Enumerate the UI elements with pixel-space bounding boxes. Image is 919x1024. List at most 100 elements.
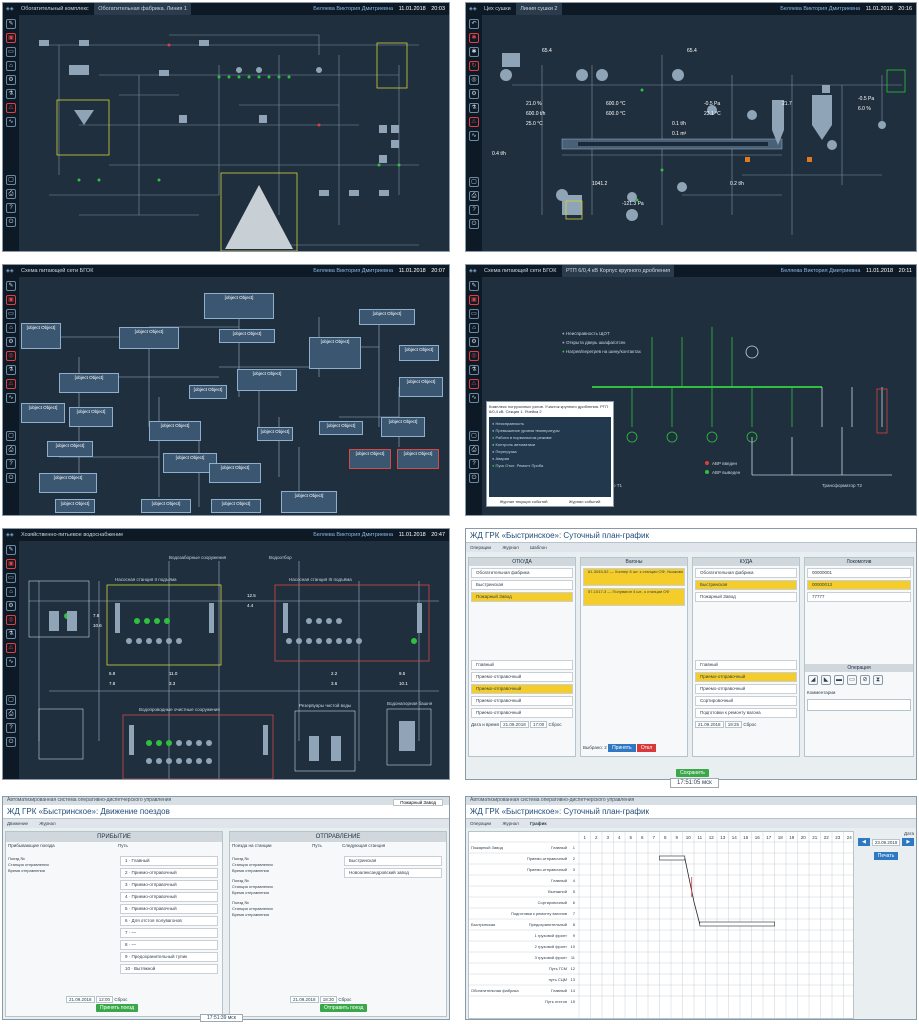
tab-journal[interactable]: Журнал bbox=[502, 545, 518, 550]
network-block[interactable]: [object Object] bbox=[359, 309, 415, 325]
network-block[interactable]: [object Object] bbox=[381, 417, 425, 437]
network-block[interactable]: [object Object] bbox=[189, 385, 227, 399]
warning-icon[interactable]: ⚠ bbox=[6, 379, 16, 389]
network-block[interactable]: [object Object] bbox=[237, 369, 297, 391]
question-icon[interactable]: ? bbox=[6, 203, 16, 213]
track-from[interactable]: Приемо-отправочный bbox=[471, 708, 573, 718]
network-block-alarm[interactable]: [object Object] bbox=[349, 449, 391, 469]
network-icon[interactable]: ⚙ bbox=[469, 337, 479, 347]
monitor-icon[interactable]: ▢ bbox=[6, 695, 16, 705]
train-card[interactable]: Поезд № Станция отправления Время отправле… bbox=[232, 856, 336, 874]
track-row[interactable]: 1 · Главный bbox=[120, 856, 218, 866]
tab-journal[interactable]: Журнал bbox=[39, 821, 55, 826]
network-block[interactable]: [object Object] bbox=[47, 441, 93, 457]
power-icon[interactable]: ⏻ bbox=[469, 219, 479, 229]
dryer-alert-icon[interactable]: ◎ bbox=[6, 615, 16, 625]
track-row[interactable]: 9 · Предохранительный тупик bbox=[120, 952, 218, 962]
track-from[interactable]: Главный bbox=[471, 660, 573, 670]
save-button[interactable]: Сохранить bbox=[676, 769, 709, 777]
current-events-button[interactable]: Журнал текущих событий bbox=[500, 499, 548, 504]
network-block[interactable]: [object Object] bbox=[209, 463, 261, 483]
track-to[interactable]: Сортировочный bbox=[695, 696, 797, 706]
network-block[interactable]: [object Object] bbox=[257, 427, 293, 441]
next-date-button[interactable]: ▶ bbox=[902, 838, 915, 846]
monitor-icon[interactable]: ▢ bbox=[6, 175, 16, 185]
network-icon[interactable]: ⚙ bbox=[6, 601, 16, 611]
dryer-alert-icon[interactable]: ◎ bbox=[469, 351, 479, 361]
station-from[interactable]: Обогатительная фабрика bbox=[471, 568, 573, 578]
monitor-icon[interactable]: ▢ bbox=[6, 431, 16, 441]
comment-field[interactable] bbox=[807, 699, 911, 711]
date-input[interactable]: 21.09.2018 bbox=[290, 996, 319, 1003]
train-card[interactable]: Поезд № Станция отправления Время отправле… bbox=[232, 900, 336, 918]
alert-box-icon[interactable]: ▣ bbox=[6, 559, 16, 569]
slope-up-icon[interactable]: ◢ bbox=[808, 675, 818, 685]
prev-date-button[interactable]: ◀ bbox=[858, 838, 870, 846]
gantt-bar[interactable] bbox=[699, 921, 775, 927]
track-row[interactable]: 5 · Приемо-отправочный bbox=[120, 904, 218, 914]
network-block[interactable]: [object Object] bbox=[399, 345, 439, 361]
clear-button[interactable]: Сброс bbox=[743, 722, 756, 727]
link-icon[interactable]: ⊘ bbox=[860, 675, 870, 685]
print-icon[interactable]: ⎙ bbox=[469, 445, 479, 455]
print-icon[interactable]: ⎙ bbox=[6, 189, 16, 199]
events-log-button[interactable]: Журнал событий bbox=[569, 499, 600, 504]
edit-icon[interactable]: ✎ bbox=[6, 545, 16, 555]
tab-chart[interactable]: График bbox=[530, 821, 547, 826]
date-input[interactable]: 21.09.2018 bbox=[500, 721, 529, 728]
edit-icon[interactable]: ✎ bbox=[6, 19, 16, 29]
flask-icon[interactable]: ⚗ bbox=[6, 629, 16, 639]
alert-box-icon[interactable]: ▣ bbox=[6, 295, 16, 305]
alert-box-icon[interactable]: ▣ bbox=[6, 33, 16, 43]
send-train-button[interactable]: Отправить поезд bbox=[320, 1004, 368, 1012]
flat-icon[interactable]: ▬ bbox=[834, 675, 844, 685]
loco-item[interactable]: 77777 bbox=[807, 592, 911, 602]
print-button[interactable]: Печать bbox=[873, 852, 899, 860]
tab-movement[interactable]: Движение bbox=[7, 821, 28, 826]
date-input[interactable]: 21.09.2018 bbox=[695, 721, 724, 728]
monitor-icon[interactable]: ▢ bbox=[469, 431, 479, 441]
back-icon[interactable]: ↶ bbox=[469, 19, 479, 29]
chart-icon[interactable]: ∿ bbox=[469, 393, 479, 403]
network-block[interactable]: [object Object] bbox=[21, 403, 65, 423]
dryer-icon[interactable]: ◎ bbox=[469, 75, 479, 85]
network-block[interactable]: [object Object] bbox=[69, 407, 113, 427]
cancel-button[interactable]: Откл bbox=[636, 744, 657, 752]
station-to[interactable]: Пожарный Завод bbox=[695, 592, 797, 602]
flask-icon[interactable]: ⚗ bbox=[6, 365, 16, 375]
print-icon[interactable]: ⎙ bbox=[6, 445, 16, 455]
track-to[interactable]: Главный bbox=[695, 660, 797, 670]
network-block[interactable]: [object Object] bbox=[399, 377, 443, 397]
time-input[interactable]: 17:00 bbox=[529, 721, 548, 728]
tab-journal[interactable]: Журнал bbox=[502, 821, 518, 826]
warning-icon[interactable]: ⚠ bbox=[6, 643, 16, 653]
accept-train-button[interactable]: Принять поезд bbox=[96, 1004, 139, 1012]
chart-icon[interactable]: ∿ bbox=[6, 117, 16, 127]
question-icon[interactable]: ? bbox=[469, 459, 479, 469]
tab-line-2[interactable]: Линия сушки 2 bbox=[516, 3, 562, 15]
house-icon[interactable]: ⌂ bbox=[6, 323, 16, 333]
chart-icon[interactable]: ∿ bbox=[6, 393, 16, 403]
track-row[interactable]: 2 · Приемо-отправочный bbox=[120, 868, 218, 878]
flask-icon[interactable]: ⚗ bbox=[469, 365, 479, 375]
track-row[interactable]: 4 · Приемо-отправочный bbox=[120, 892, 218, 902]
station-from[interactable]: Быстринская bbox=[471, 580, 573, 590]
conveyor-icon[interactable]: ▭ bbox=[6, 573, 16, 583]
station-select[interactable]: Пожарный Завод bbox=[393, 799, 443, 806]
slope-down-icon[interactable]: ◣ bbox=[821, 675, 831, 685]
question-icon[interactable]: ? bbox=[469, 205, 479, 215]
network-block[interactable]: [object Object] bbox=[39, 473, 97, 493]
network-block[interactable]: [object Object] bbox=[219, 329, 275, 343]
accept-button[interactable]: Принять bbox=[608, 744, 636, 752]
network-block[interactable]: [object Object] bbox=[59, 373, 119, 393]
track-row[interactable]: 3 · Приемо-отправочный bbox=[120, 880, 218, 890]
flask-icon[interactable]: ⚗ bbox=[469, 103, 479, 113]
network-block[interactable]: [object Object] bbox=[204, 293, 274, 319]
arrival-train-card[interactable]: Поезд № Станция отправления Время отправ… bbox=[8, 856, 112, 874]
print-icon[interactable]: ⎙ bbox=[6, 709, 16, 719]
hourglass-icon[interactable]: ⧗ bbox=[873, 675, 883, 685]
conveyor-icon[interactable]: ▭ bbox=[6, 47, 16, 57]
alert-box-icon[interactable]: ▣ bbox=[469, 295, 479, 305]
house-icon[interactable]: ⌂ bbox=[6, 61, 16, 71]
chart-icon[interactable]: ∿ bbox=[6, 657, 16, 667]
